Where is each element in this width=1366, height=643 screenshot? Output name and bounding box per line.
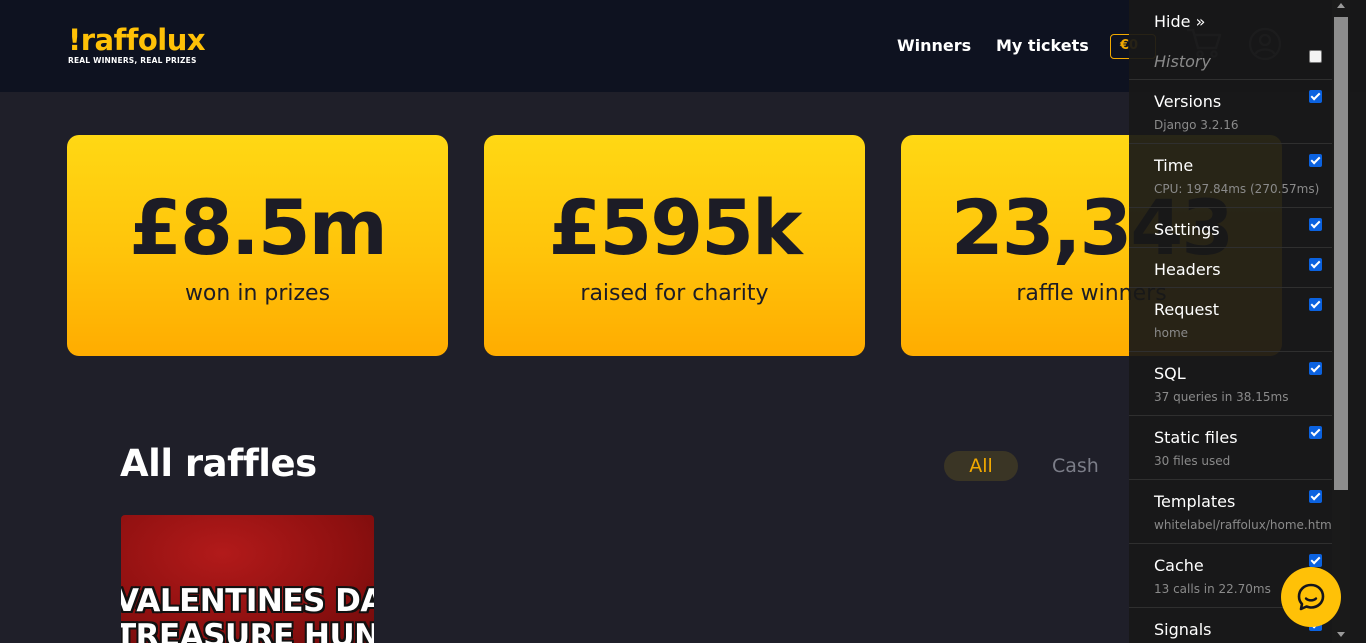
debug-panel-checkbox[interactable] <box>1309 554 1322 567</box>
debug-panel-subtitle: CPU: 197.84ms (270.57ms) <box>1154 182 1320 196</box>
debug-panel-versions[interactable]: Versions Django 3.2.16 <box>1129 80 1332 144</box>
stat-label: raised for charity <box>580 281 769 306</box>
raffle-card[interactable]: VALENTINES DAY TREASURE HUNT <box>121 515 374 643</box>
debug-panel-request[interactable]: Request home <box>1129 288 1332 352</box>
debug-panel-title[interactable]: Versions <box>1154 92 1221 111</box>
debug-panel-subtitle: home <box>1154 326 1189 340</box>
stat-value: £595k <box>548 183 802 272</box>
debug-panel-checkbox[interactable] <box>1309 50 1322 63</box>
raffolux-logo[interactable]: !raffolux REAL WINNERS, REAL PRIZES <box>68 23 206 66</box>
debug-panel-history[interactable]: History <box>1129 40 1332 80</box>
section-title-all-raffles: All raffles <box>120 442 317 485</box>
stat-card-prizes: £8.5m won in prizes <box>67 135 448 356</box>
debug-panel-settings[interactable]: Settings <box>1129 208 1332 248</box>
scroll-up-arrow-icon[interactable] <box>1337 3 1345 8</box>
debug-panel-subtitle: 30 files used <box>1154 454 1231 468</box>
debug-panel-checkbox[interactable] <box>1309 426 1322 439</box>
debug-panel-checkbox[interactable] <box>1309 90 1322 103</box>
debug-panel-title[interactable]: Headers <box>1154 260 1221 279</box>
debug-panel-templates[interactable]: Templates whitelabel/raffolux/home.html <box>1129 480 1336 544</box>
debug-panel-subtitle: whitelabel/raffolux/home.html <box>1154 518 1336 532</box>
raffle-card-title-line: VALENTINES DAY <box>121 583 374 619</box>
logo-wordmark: !raffolux <box>68 23 206 57</box>
debug-panel-title[interactable]: Time <box>1154 156 1193 175</box>
debug-panel-title[interactable]: Settings <box>1154 220 1220 239</box>
filter-tab-cash[interactable]: Cash <box>1052 451 1099 481</box>
debug-toolbar-hide-button[interactable]: Hide » <box>1154 12 1205 31</box>
debug-panel-title[interactable]: Signals <box>1154 620 1211 639</box>
debug-panel-title[interactable]: Static files <box>1154 428 1238 447</box>
scroll-down-arrow-icon[interactable] <box>1337 632 1345 637</box>
debug-panel-title[interactable]: Templates <box>1154 492 1235 511</box>
stat-card-charity: £595k raised for charity <box>484 135 865 356</box>
stat-value: £8.5m <box>129 183 388 272</box>
debug-panel-checkbox[interactable] <box>1309 298 1322 311</box>
logo-tagline: REAL WINNERS, REAL PRIZES <box>68 56 197 65</box>
debug-panel-headers[interactable]: Headers <box>1129 248 1332 288</box>
nav-my-tickets-link[interactable]: My tickets <box>996 36 1089 55</box>
debug-panel-title[interactable]: Request <box>1154 300 1219 319</box>
chat-launcher-button[interactable] <box>1281 567 1341 627</box>
debug-panel-title[interactable]: History <box>1154 52 1211 71</box>
chat-bubble-icon <box>1297 583 1325 611</box>
stat-label: won in prizes <box>184 281 331 306</box>
debug-panel-title[interactable]: Cache <box>1154 556 1204 575</box>
debug-panel-checkbox[interactable] <box>1309 218 1322 231</box>
nav-winners-link[interactable]: Winners <box>897 36 971 55</box>
debug-panel-checkbox[interactable] <box>1309 154 1322 167</box>
debug-panel-subtitle: 37 queries in 38.15ms <box>1154 390 1289 404</box>
debug-panel-subtitle: 13 calls in 22.70ms <box>1154 582 1271 596</box>
filter-tab-all[interactable]: All <box>944 451 1018 481</box>
debug-panel-subtitle: Django 3.2.16 <box>1154 118 1239 132</box>
debug-panel-static-files[interactable]: Static files 30 files used <box>1129 416 1332 480</box>
debug-panel-title[interactable]: SQL <box>1154 364 1186 383</box>
debug-panel-checkbox[interactable] <box>1309 258 1322 271</box>
scrollbar-thumb[interactable] <box>1334 17 1348 490</box>
debug-toolbar-scrollbar[interactable] <box>1332 0 1350 643</box>
debug-panel-checkbox[interactable] <box>1309 490 1322 503</box>
debug-panel-time[interactable]: Time CPU: 197.84ms (270.57ms) <box>1129 144 1332 208</box>
debug-panel-sql[interactable]: SQL 37 queries in 38.15ms <box>1129 352 1332 416</box>
debug-toolbar: Hide » History Versions Django 3.2.16 Time C… <box>1129 0 1366 643</box>
debug-panel-checkbox[interactable] <box>1309 362 1322 375</box>
raffle-card-title-line: TREASURE HUNT <box>121 618 374 643</box>
